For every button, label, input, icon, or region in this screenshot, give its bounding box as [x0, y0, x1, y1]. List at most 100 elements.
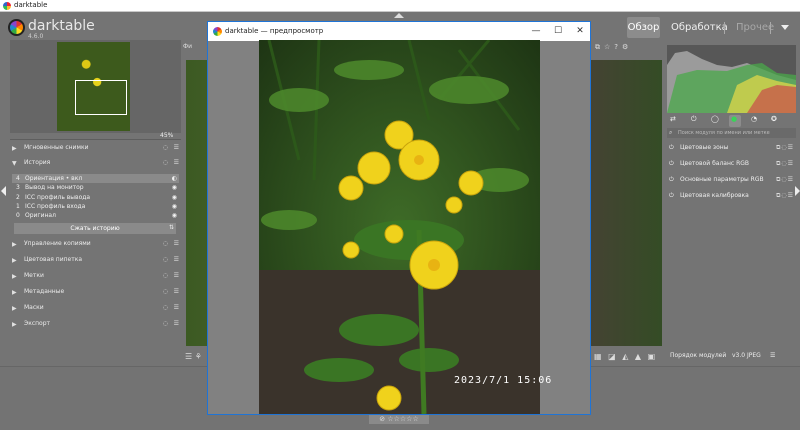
flower-photo-illustration: [259, 40, 540, 414]
presets-icon[interactable]: ☰: [174, 304, 179, 311]
histogram-graph: [667, 51, 796, 113]
module-search-input[interactable]: Поиск модуля по имени или метке: [667, 128, 796, 138]
center-toolbar-icons[interactable]: ⧉☆?⚙: [595, 43, 632, 52]
reset-icon[interactable]: ◌: [163, 159, 168, 166]
photo-date-stamp: 2023/7/1 15:06: [454, 375, 553, 386]
left-panel-toggle-icon[interactable]: [1, 186, 6, 196]
module-masks[interactable]: ▶ Маски ◌ ☰: [12, 302, 182, 316]
expand-triangle-icon: ▶: [12, 145, 17, 152]
star-rating[interactable]: ⊘ ☆☆☆☆☆: [369, 414, 429, 424]
history-item[interactable]: 4 Ориентация • вкл ◐: [12, 174, 179, 183]
quick-access-icon[interactable]: ⇄: [670, 115, 676, 123]
darktable-logo-icon: [8, 19, 25, 36]
module-header-icons[interactable]: ⧉◌☰: [776, 144, 794, 152]
reset-icon[interactable]: ◌: [163, 304, 168, 311]
history-item-number: 0: [16, 212, 20, 219]
module-history[interactable]: ▼ История ◌ ☰: [12, 157, 182, 171]
history-item[interactable]: 0 Оригинал ◉: [12, 211, 179, 220]
right-module[interactable]: ⏻ Цветовой баланс RGB ⧉◌☰: [669, 158, 794, 172]
module-duplicate-manager[interactable]: ▶ Управление копиями ◌ ☰: [12, 238, 182, 252]
maximize-icon[interactable]: ☐: [548, 25, 568, 38]
history-item-number: 3: [16, 184, 20, 191]
history-item-number: 2: [16, 194, 20, 201]
top-panel-toggle-icon[interactable]: [394, 13, 404, 18]
correct-group-icon[interactable]: ◔: [751, 115, 757, 123]
presets-icon[interactable]: ☰: [174, 320, 179, 327]
presets-icon[interactable]: ☰: [174, 288, 179, 295]
view-separator: [770, 22, 771, 34]
expand-triangle-icon: ▶: [12, 241, 17, 248]
right-module[interactable]: ⏻ Цветовая калибровка ⧉◌☰: [669, 190, 794, 204]
reset-icon[interactable]: ◌: [163, 256, 168, 263]
right-module[interactable]: ⏻ Цветовые зоны ⧉◌☰: [669, 142, 794, 156]
view-other-tab[interactable]: Прочее: [736, 17, 774, 38]
power-icon[interactable]: ⏻: [669, 160, 674, 168]
close-icon[interactable]: ✕: [570, 25, 590, 38]
history-item[interactable]: 3 Вывод на монитор ◉: [12, 183, 179, 192]
navigator-viewport-frame[interactable]: [75, 80, 127, 115]
history-item-label: Ориентация • вкл: [25, 175, 83, 182]
create-style-icon[interactable]: ⇅: [169, 224, 174, 231]
status-icon: ◉: [171, 203, 177, 210]
right-panel-toggle-icon[interactable]: [795, 186, 800, 196]
color-group-icon[interactable]: ●: [731, 115, 737, 123]
right-module[interactable]: ⏻ Основные параметры RGB ⧉◌☰: [669, 174, 794, 188]
module-label: Экспорт: [24, 320, 51, 327]
effects-group-icon[interactable]: ✪: [771, 115, 777, 123]
reset-icon[interactable]: ◌: [163, 240, 168, 247]
history-item[interactable]: 2 ICC профиль вывода ◉: [12, 193, 179, 202]
history-item-number: 1: [16, 203, 20, 210]
module-export[interactable]: ▶ Экспорт ◌ ☰: [12, 318, 182, 332]
expand-triangle-icon: ▶: [12, 289, 17, 296]
app-icon: [3, 2, 11, 10]
module-group-toolbar[interactable]: ⇄ ⏻ ◯ ● ◔ ✪: [667, 115, 796, 127]
module-label: Цветовая калибровка: [680, 192, 749, 199]
view-menu-chevron-icon[interactable]: [781, 25, 789, 30]
power-icon[interactable]: ⏻: [669, 192, 674, 200]
view-darkroom-tab[interactable]: Обработка: [671, 17, 728, 38]
module-header-icons[interactable]: ⧉◌☰: [776, 160, 794, 168]
presets-icon[interactable]: ☰: [174, 144, 179, 151]
module-header-icons[interactable]: ⧉◌☰: [776, 192, 794, 200]
expand-triangle-icon: ▶: [12, 321, 17, 328]
preview-dialog[interactable]: darktable — предпросмотр — ☐ ✕ 2023/7/1 …: [207, 21, 591, 415]
power-icon[interactable]: ⏻: [669, 176, 674, 184]
reset-icon[interactable]: ◌: [163, 320, 168, 327]
dialog-app-icon: [213, 27, 222, 36]
bottom-left-tool-icons[interactable]: ☰ ⚘: [185, 352, 202, 361]
module-order-value[interactable]: v3.0 JPEG: [732, 352, 761, 359]
status-icon: ◐: [171, 175, 177, 182]
bottom-right-tool-icons[interactable]: ▦ ◪ ◭ ▲ ▣: [594, 352, 657, 361]
reset-icon[interactable]: ◌: [163, 272, 168, 279]
module-color-picker[interactable]: ▶ Цветовая пипетка ◌ ☰: [12, 254, 182, 268]
presets-icon[interactable]: ☰: [174, 256, 179, 263]
module-label: История: [24, 159, 51, 166]
status-icon: ◉: [171, 212, 177, 219]
zoom-level[interactable]: 45%: [160, 132, 173, 139]
history-item[interactable]: 1 ICC профиль входа ◉: [12, 202, 179, 211]
reset-icon[interactable]: ◌: [163, 288, 168, 295]
module-metadata[interactable]: ▶ Метаданные ◌ ☰: [12, 286, 182, 300]
module-label: Метки: [24, 272, 44, 279]
module-label: Цветовая пипетка: [24, 256, 83, 263]
module-tagging[interactable]: ▶ Метки ◌ ☰: [12, 270, 182, 284]
module-snapshots[interactable]: ▶ Мгновенные снимки ◌ ☰: [12, 142, 182, 156]
presets-icon[interactable]: ☰: [174, 272, 179, 279]
minimize-icon[interactable]: —: [526, 25, 546, 38]
divider: [10, 139, 181, 140]
base-group-icon[interactable]: ◯: [711, 115, 719, 123]
view-lighttable-tab[interactable]: Обзор: [627, 17, 660, 38]
compress-history-button[interactable]: Сжать историю: [14, 223, 176, 234]
presets-icon[interactable]: ☰: [174, 159, 179, 166]
os-title-bar: [0, 0, 800, 12]
presets-icon[interactable]: ☰: [174, 240, 179, 247]
module-order-presets-icon[interactable]: ☰: [770, 352, 775, 359]
power-icon[interactable]: ⏻: [669, 144, 674, 152]
histogram[interactable]: [667, 45, 796, 113]
search-icon: ⌕: [669, 129, 673, 136]
active-modules-icon[interactable]: ⏻: [691, 115, 697, 124]
module-header-icons[interactable]: ⧉◌☰: [776, 176, 794, 184]
module-label: Маски: [24, 304, 44, 311]
app-name: darktable: [28, 18, 95, 34]
reset-icon[interactable]: ◌: [163, 144, 168, 151]
